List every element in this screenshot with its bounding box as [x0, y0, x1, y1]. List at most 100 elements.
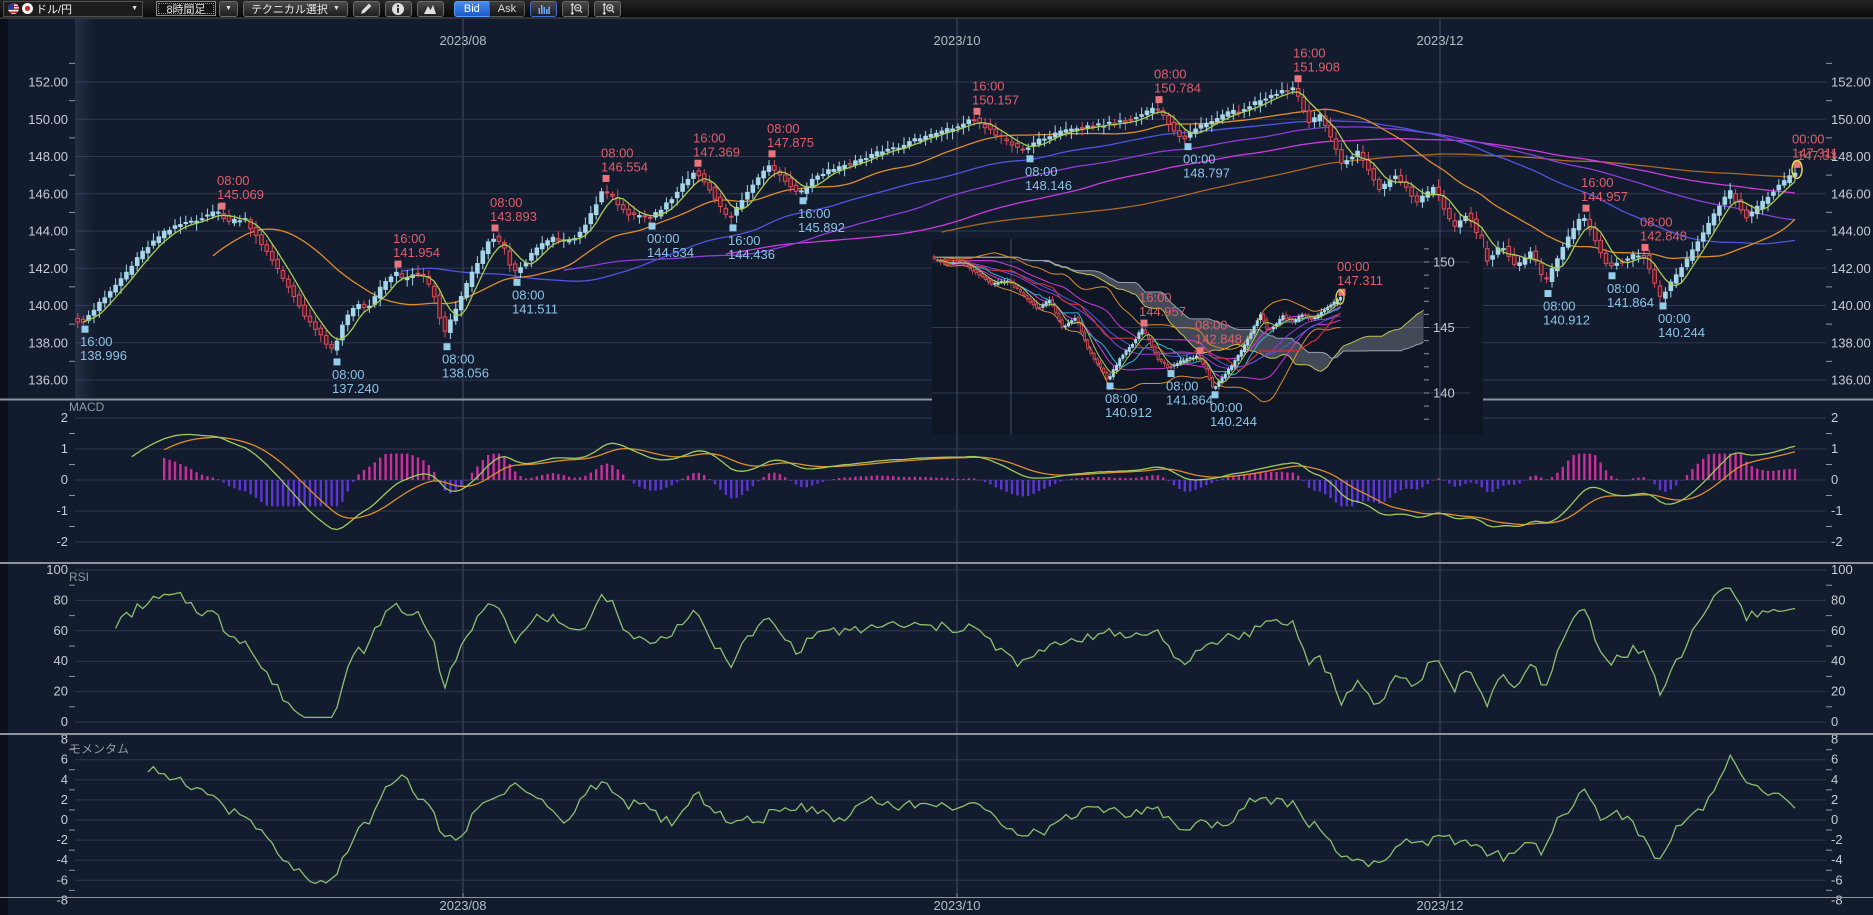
svg-text:2: 2	[61, 792, 68, 807]
svg-text:00:00: 00:00	[1337, 259, 1370, 274]
svg-text:08:00: 08:00	[1154, 67, 1187, 82]
svg-text:2023/08: 2023/08	[440, 33, 487, 48]
svg-text:100: 100	[46, 562, 68, 577]
zoom-in-button[interactable]	[594, 1, 621, 17]
svg-text:138.056: 138.056	[442, 366, 489, 381]
svg-text:08:00: 08:00	[1105, 391, 1138, 406]
svg-text:136.00: 136.00	[28, 373, 68, 388]
high-marker	[695, 160, 702, 167]
bid-button[interactable]: Bid	[454, 1, 489, 17]
svg-text:00:00: 00:00	[1210, 400, 1243, 415]
svg-text:0: 0	[61, 472, 68, 487]
currency-pair-selector[interactable]: ドル/円 ▼	[3, 1, 143, 17]
svg-text:08:00: 08:00	[1543, 299, 1576, 314]
svg-text:2023/10: 2023/10	[934, 898, 981, 913]
svg-text:4: 4	[61, 772, 68, 787]
svg-text:-1: -1	[56, 503, 68, 518]
timeframe-control: 8時間足 ▼	[156, 1, 238, 17]
svg-text:141.864: 141.864	[1166, 393, 1213, 408]
svg-text:0: 0	[1831, 714, 1838, 729]
low-marker	[1609, 272, 1616, 279]
svg-text:16:00: 16:00	[1581, 175, 1614, 190]
svg-text:0: 0	[61, 812, 68, 827]
volume-bars-button[interactable]	[530, 1, 557, 17]
svg-text:1: 1	[61, 441, 68, 456]
svg-text:142.00: 142.00	[1831, 261, 1871, 276]
svg-text:-4: -4	[56, 852, 68, 867]
svg-text:-4: -4	[1831, 852, 1843, 867]
left-edge-strip	[0, 18, 8, 915]
svg-text:141.511: 141.511	[512, 301, 558, 316]
low-marker	[1107, 383, 1114, 390]
svg-text:140.244: 140.244	[1210, 414, 1257, 429]
svg-text:80: 80	[1831, 592, 1845, 607]
low-marker	[514, 279, 521, 286]
svg-text:148.797: 148.797	[1183, 166, 1230, 181]
svg-text:2023/08: 2023/08	[440, 898, 487, 913]
svg-text:147.311: 147.311	[1337, 273, 1383, 288]
svg-text:-6: -6	[56, 872, 68, 887]
technical-select-button[interactable]: テクニカル選択 ▼	[243, 1, 348, 17]
chevron-down-icon: ▼	[131, 5, 138, 12]
timeframe-dropdown-button[interactable]: ▼	[219, 1, 238, 17]
svg-text:146.00: 146.00	[1831, 186, 1871, 201]
svg-text:150.00: 150.00	[28, 112, 68, 127]
svg-text:150.00: 150.00	[1831, 112, 1871, 127]
info-icon	[391, 2, 405, 16]
chart-type-button[interactable]	[417, 1, 444, 17]
svg-text:2023/12: 2023/12	[1417, 33, 1464, 48]
chart-canvas[interactable]: 2023/082023/082023/102023/102023/122023/…	[0, 0, 1873, 915]
svg-text:100: 100	[1831, 562, 1853, 577]
svg-text:08:00: 08:00	[1640, 214, 1673, 229]
svg-text:-2: -2	[1831, 534, 1843, 549]
svg-text:16:00: 16:00	[80, 334, 113, 349]
svg-text:150: 150	[1433, 255, 1455, 270]
ask-button[interactable]: Ask	[489, 1, 525, 17]
svg-text:-2: -2	[56, 534, 68, 549]
high-marker	[769, 150, 776, 157]
technical-select-label: テクニカル選択	[251, 1, 328, 17]
svg-text:140.00: 140.00	[1831, 298, 1871, 313]
svg-text:146.00: 146.00	[28, 186, 68, 201]
svg-text:142.848: 142.848	[1640, 228, 1687, 243]
timeframe-display[interactable]: 8時間足	[156, 1, 216, 16]
chart-background	[0, 18, 1873, 915]
zoom-out-button[interactable]	[562, 1, 589, 17]
svg-text:2023/10: 2023/10	[934, 33, 981, 48]
svg-text:140.912: 140.912	[1543, 313, 1590, 328]
info-button[interactable]	[385, 1, 412, 17]
low-marker	[730, 224, 737, 231]
svg-text:80: 80	[54, 592, 68, 607]
svg-text:144.436: 144.436	[728, 247, 775, 262]
svg-text:150.157: 150.157	[972, 92, 1019, 107]
svg-text:00:00: 00:00	[1792, 131, 1825, 146]
svg-text:138.00: 138.00	[1831, 335, 1871, 350]
svg-text:152.00: 152.00	[1831, 75, 1871, 90]
svg-text:142.848: 142.848	[1195, 332, 1242, 347]
svg-text:151.908: 151.908	[1293, 60, 1340, 75]
svg-text:-2: -2	[1831, 832, 1843, 847]
high-marker	[1295, 75, 1302, 82]
svg-text:20: 20	[54, 684, 68, 699]
svg-text:08:00: 08:00	[217, 173, 250, 188]
svg-text:0: 0	[61, 714, 68, 729]
low-marker	[1027, 155, 1034, 162]
pencil-icon	[359, 2, 373, 16]
svg-text:143.893: 143.893	[490, 209, 537, 224]
inset-chart[interactable]: 16:00144.95708:00142.84800:00147.31108:0…	[932, 239, 1483, 435]
svg-text:140: 140	[1433, 386, 1455, 401]
low-marker	[82, 326, 89, 333]
high-marker	[1156, 96, 1163, 103]
svg-text:4: 4	[1831, 772, 1838, 787]
low-marker	[649, 223, 656, 230]
high-marker	[1197, 347, 1204, 354]
high-marker	[974, 108, 981, 115]
zoom-out-icon	[569, 2, 583, 16]
chevron-down-icon: ▼	[225, 5, 232, 12]
svg-text:60: 60	[1831, 623, 1845, 638]
svg-text:138.996: 138.996	[80, 348, 127, 363]
draw-tool-button[interactable]	[353, 1, 380, 17]
svg-text:150.784: 150.784	[1154, 81, 1201, 96]
svg-text:08:00: 08:00	[442, 352, 475, 367]
svg-text:16:00: 16:00	[798, 206, 831, 221]
